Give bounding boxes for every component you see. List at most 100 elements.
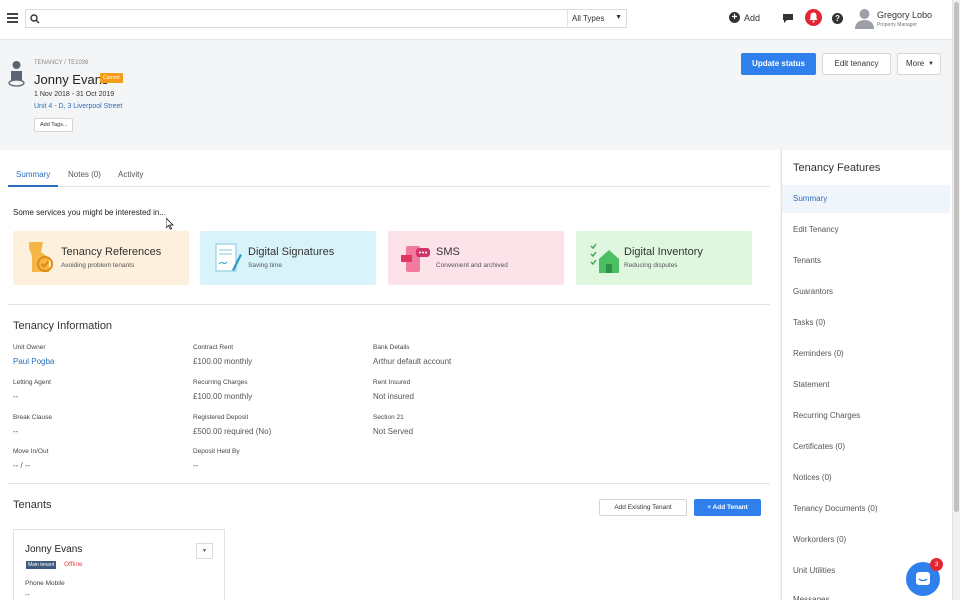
field-label: Rent Insured: [373, 379, 411, 386]
tenancy-features-sidebar: Tenancy Features Summary Edit Tenancy Te…: [781, 150, 952, 600]
field-value: --: [193, 461, 199, 470]
service-title: SMS: [436, 246, 460, 258]
user-name[interactable]: Gregory Lobo: [877, 10, 932, 20]
search-icon: [30, 14, 40, 24]
unit-link[interactable]: Unit 4 - D, 3 Liverpool Street: [34, 103, 122, 110]
service-subtitle: Saving time: [248, 262, 282, 269]
sidebar-item-reminders[interactable]: Reminders (0): [782, 340, 950, 368]
tab-summary[interactable]: Summary: [16, 170, 50, 179]
sidebar-item-tenancy-documents[interactable]: Tenancy Documents (0): [782, 495, 950, 523]
tab-bar: Summary Notes (0) Activity: [8, 163, 770, 187]
update-status-button[interactable]: Update status: [741, 53, 816, 75]
sidebar-item-statement[interactable]: Statement: [782, 371, 950, 399]
service-card-tenancy-references[interactable]: Tenancy References Avoiding problem tena…: [13, 231, 189, 285]
plus-icon: +: [729, 12, 740, 23]
service-card-sms[interactable]: SMS Convenient and archived: [388, 231, 564, 285]
field-label: Break Clause: [13, 414, 53, 421]
chevron-down-icon: ▼: [615, 14, 622, 21]
notification-bell-icon[interactable]: [805, 9, 822, 26]
service-card-digital-signatures[interactable]: Digital Signatures Saving time: [200, 231, 376, 285]
field-label: Recurring Charges: [193, 379, 248, 386]
page-scrollbar[interactable]: [952, 0, 960, 600]
mouse-cursor-icon: [166, 218, 174, 230]
phone-mobile-value: --: [25, 592, 30, 599]
field-label: Unit Owner: [13, 344, 46, 351]
search-divider: [567, 10, 568, 27]
add-tenant-button[interactable]: + Add Tenant: [694, 499, 761, 516]
sidebar-title: Tenancy Features: [793, 162, 881, 174]
menu-icon[interactable]: [7, 13, 18, 23]
field-value: £500.00 required (No): [193, 427, 272, 436]
add-button-label: Add: [744, 12, 761, 23]
add-existing-tenant-button[interactable]: Add Existing Tenant: [599, 499, 687, 516]
service-subtitle: Avoiding problem tenants: [61, 262, 135, 269]
tenancy-dates: 1 Nov 2018 - 31 Oct 2019: [34, 91, 115, 98]
user-role: Property Manager: [877, 22, 918, 28]
more-button-label: More: [906, 59, 925, 68]
sms-icon: [401, 246, 430, 272]
tenant-card-name[interactable]: Jonny Evans: [25, 544, 82, 555]
tab-notes[interactable]: Notes (0): [68, 170, 101, 179]
tenant-card-dropdown-button[interactable]: ▼: [196, 543, 213, 559]
breadcrumb: TENANCY / TE1036: [34, 60, 89, 66]
tenants-title: Tenants: [13, 499, 52, 511]
sidebar-item-tenants[interactable]: Tenants: [782, 247, 950, 275]
service-card-digital-inventory[interactable]: Digital Inventory Reducing disputes: [576, 231, 752, 285]
scrollbar-thumb[interactable]: [954, 2, 959, 512]
avatar[interactable]: [855, 7, 874, 29]
field-value: -- / --: [13, 461, 31, 470]
digital-signatures-icon: [215, 243, 242, 272]
service-subtitle: Reducing disputes: [624, 262, 678, 269]
sidebar-item-workorders[interactable]: Workorders (0): [782, 526, 950, 554]
chat-icon[interactable]: [782, 13, 794, 24]
field-label: Registered Deposit: [193, 414, 249, 421]
add-button[interactable]: + Add: [729, 12, 760, 23]
unread-count-badge: 3: [930, 558, 943, 571]
type-filter-select[interactable]: All Types: [572, 14, 604, 23]
help-icon[interactable]: ?: [832, 13, 843, 24]
sidebar-item-tasks[interactable]: Tasks (0): [782, 309, 950, 337]
field-value: £100.00 monthly: [193, 357, 253, 366]
tenant-person-icon: [8, 61, 25, 87]
digital-inventory-icon: [590, 243, 619, 273]
field-label: Letting Agent: [13, 379, 51, 386]
phone-mobile-label: Phone Mobile: [25, 580, 65, 587]
top-bar: All Types ▼ + Add ? Gregory Lobo Propert…: [0, 0, 952, 40]
chevron-down-icon: ▼: [928, 61, 934, 67]
sidebar-item-recurring-charges[interactable]: Recurring Charges: [782, 402, 950, 430]
tenancy-references-icon: [29, 242, 53, 272]
add-tags-button[interactable]: Add Tags...: [34, 118, 74, 132]
sidebar-item-edit-tenancy[interactable]: Edit Tenancy: [782, 216, 950, 244]
tab-activity[interactable]: Activity: [118, 170, 143, 179]
field-value: £100.00 monthly: [193, 392, 253, 401]
field-value: --: [13, 392, 19, 401]
service-subtitle: Convenient and archived: [436, 262, 508, 269]
tenancy-information-title: Tenancy Information: [13, 320, 113, 332]
field-label: Section 21: [373, 414, 404, 421]
main-tenant-badge: Main tenant: [26, 561, 57, 569]
field-label: Deposit Held By: [193, 448, 240, 455]
unit-owner-link[interactable]: Paul Pogba: [13, 357, 54, 366]
tenant-status: Offline: [64, 561, 83, 568]
status-badge: Current: [100, 73, 123, 83]
field-value: Not Served: [373, 427, 414, 436]
divider: [8, 483, 770, 484]
sidebar-item-notices[interactable]: Notices (0): [782, 464, 950, 492]
sidebar-item-certificates[interactable]: Certificates (0): [782, 433, 950, 461]
field-label: Move In/Out: [13, 448, 49, 455]
services-intro: Some services you might be interested in…: [13, 208, 166, 217]
chat-launcher-button[interactable]: 3: [906, 558, 943, 596]
field-label: Contract Rent: [193, 344, 234, 351]
sidebar-item-summary[interactable]: Summary: [782, 185, 950, 213]
search-bar[interactable]: All Types ▼: [25, 9, 627, 28]
edit-tenancy-button[interactable]: Edit tenancy: [822, 53, 891, 75]
field-value: Arthur default account: [373, 357, 452, 366]
sidebar-item-guarantors[interactable]: Guarantors: [782, 278, 950, 306]
field-value: Not insured: [373, 392, 414, 401]
tenant-card: Jonny Evans ▼ Main tenant Offline Phone …: [13, 529, 225, 600]
more-button[interactable]: More ▼: [897, 53, 941, 75]
active-tab-indicator: [8, 185, 58, 187]
divider: [8, 304, 770, 305]
field-value: --: [13, 427, 19, 436]
field-label: Bank Details: [373, 344, 410, 351]
